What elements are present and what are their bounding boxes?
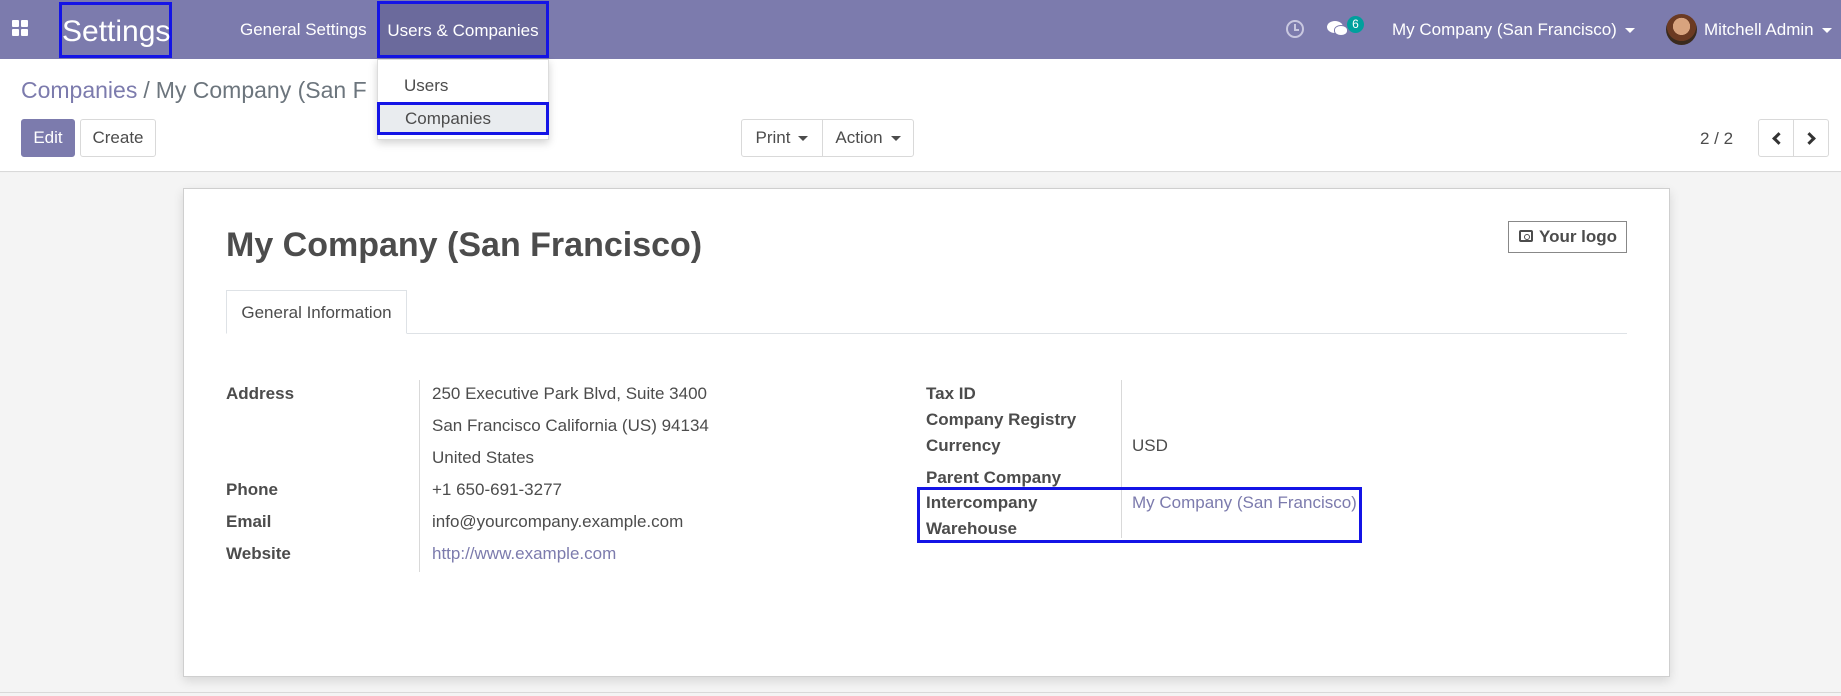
intercompany-warehouse-highlight bbox=[917, 487, 1362, 543]
email-label: Email bbox=[226, 512, 272, 531]
phone-label: Phone bbox=[226, 480, 278, 499]
avatar[interactable] bbox=[1666, 14, 1697, 45]
logo-label: Your logo bbox=[1539, 227, 1618, 246]
breadcrumb-separator: / bbox=[143, 77, 150, 103]
address-label: Address bbox=[226, 384, 295, 403]
tab-divider bbox=[226, 333, 1627, 334]
activity-clock-icon[interactable] bbox=[1286, 20, 1304, 38]
company-switcher-label: My Company (San Francisco) bbox=[1392, 20, 1617, 39]
currency-value: USD bbox=[1132, 436, 1168, 455]
camera-icon bbox=[1519, 230, 1533, 242]
message-count-badge: 6 bbox=[1347, 16, 1364, 33]
phone-value: +1 650-691-3277 bbox=[432, 480, 562, 499]
parent-company-label: Parent Company bbox=[926, 468, 1062, 487]
company-switcher[interactable]: My Company (San Francisco) bbox=[1392, 0, 1635, 59]
user-menu[interactable]: Mitchell Admin bbox=[1704, 0, 1832, 59]
address-country: United States bbox=[432, 448, 535, 467]
pager-next-button[interactable] bbox=[1793, 119, 1829, 157]
dropdown-item-users[interactable]: Users bbox=[378, 69, 548, 102]
messaging-icon[interactable] bbox=[1327, 21, 1349, 37]
action-button[interactable]: Action bbox=[822, 119, 914, 157]
app-title[interactable]: Settings bbox=[59, 2, 172, 58]
menu-general-settings[interactable]: General Settings bbox=[240, 0, 367, 59]
website-label: Website bbox=[226, 544, 291, 563]
company-registry-label: Company Registry bbox=[926, 410, 1077, 429]
user-name-label: Mitchell Admin bbox=[1704, 20, 1814, 39]
chevron-right-icon bbox=[1802, 132, 1816, 145]
action-button-label: Action bbox=[835, 128, 883, 147]
menu-users-companies[interactable]: Users & Companies bbox=[377, 1, 549, 58]
currency-label: Currency bbox=[926, 436, 1001, 455]
print-button[interactable]: Print bbox=[741, 119, 823, 157]
breadcrumb-companies-link[interactable]: Companies bbox=[21, 77, 137, 103]
chevron-left-icon bbox=[1771, 132, 1785, 145]
breadcrumb: Companies / My Company (San F bbox=[21, 77, 367, 104]
pager-previous-button[interactable] bbox=[1758, 119, 1794, 157]
chevron-down-icon bbox=[890, 136, 901, 142]
website-link[interactable]: http://www.example.com bbox=[432, 544, 616, 564]
email-value: info@yourcompany.example.com bbox=[432, 512, 684, 531]
top-navbar: Settings General Settings Users & Compan… bbox=[0, 0, 1841, 59]
create-button[interactable]: Create bbox=[80, 119, 156, 157]
chevron-down-icon bbox=[1821, 28, 1832, 34]
print-button-label: Print bbox=[755, 128, 791, 147]
left-group-divider bbox=[419, 380, 420, 572]
apps-menu-icon[interactable] bbox=[12, 20, 30, 38]
bottom-divider bbox=[0, 692, 1841, 693]
chevron-down-icon bbox=[798, 136, 809, 142]
tax-id-label: Tax ID bbox=[926, 384, 976, 403]
chevron-down-icon bbox=[1624, 28, 1635, 34]
company-name-title: My Company (San Francisco) bbox=[226, 226, 703, 264]
breadcrumb-current: My Company (San F bbox=[155, 77, 367, 103]
address-city: San Francisco California (US) 94134 bbox=[432, 416, 709, 435]
control-panel: Companies / My Company (San F Edit Create … bbox=[0, 59, 1841, 172]
edit-button[interactable]: Edit bbox=[21, 119, 75, 157]
address-street: 250 Executive Park Blvd, Suite 3400 bbox=[432, 384, 707, 403]
company-logo-field[interactable]: Your logo bbox=[1508, 221, 1627, 253]
pager-value[interactable]: 2 / 2 bbox=[1700, 129, 1733, 149]
users-companies-dropdown: Users Companies bbox=[377, 59, 549, 140]
dropdown-item-companies[interactable]: Companies bbox=[377, 102, 549, 135]
tab-general-information[interactable]: General Information bbox=[226, 290, 407, 334]
